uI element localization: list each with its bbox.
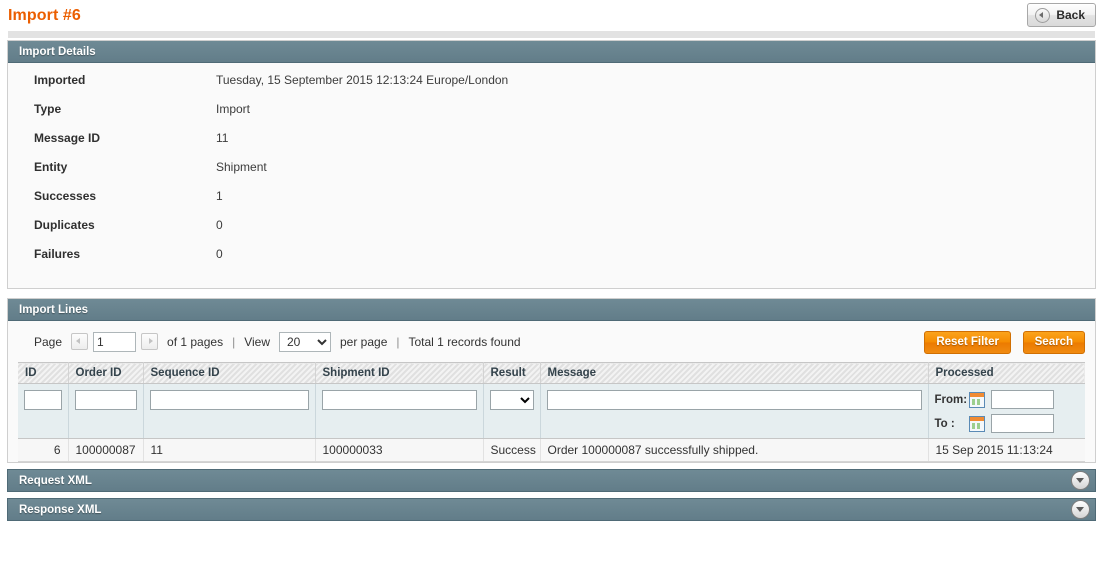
grid-toolbar: Page of 1 pages | View 20 per page | Tot… [8, 321, 1095, 362]
calendar-icon[interactable] [968, 415, 985, 432]
detail-value: 0 [216, 218, 223, 232]
filter-input-shipment-id[interactable] [321, 390, 477, 410]
cell-sequence-id: 11 [143, 438, 316, 462]
import-lines-panel-header: Import Lines [8, 299, 1095, 321]
filter-date-from-line: From: [935, 390, 1080, 409]
filter-input-message[interactable] [546, 390, 922, 410]
records-found-label: Total 1 records found [408, 334, 521, 349]
calendar-icon[interactable] [968, 391, 985, 408]
page-title: Import #6 [8, 7, 81, 24]
page-label: Page [34, 334, 63, 349]
reset-filter-button[interactable]: Reset Filter [924, 331, 1011, 354]
import-details-panel-header: Import Details [8, 41, 1095, 63]
filter-cell-processed: From: To : [928, 383, 1085, 439]
chevron-right-icon[interactable] [141, 333, 159, 350]
cell-message: Order 100000087 successfully shipped. [540, 438, 929, 462]
detail-value: Shipment [216, 160, 267, 174]
search-button[interactable]: Search [1022, 331, 1085, 354]
cell-id: 6 [18, 438, 69, 462]
detail-value: Tuesday, 15 September 2015 12:13:24 Euro… [216, 73, 509, 87]
column-header-sequence-id[interactable]: Sequence ID [143, 362, 316, 384]
filter-cell-id [18, 383, 69, 439]
view-label: View [244, 334, 270, 349]
filter-input-order-id[interactable] [74, 390, 137, 410]
filter-date-to-line: To : [935, 414, 1080, 433]
filter-cell-result [483, 383, 541, 439]
toolbar-separator: | [232, 334, 236, 349]
column-header-id[interactable]: ID [18, 362, 69, 384]
table-row[interactable]: 6 100000087 11 100000033 Success Order 1… [18, 438, 1085, 462]
response-xml-title: Response XML [19, 503, 102, 516]
circle-left-arrow-icon [1035, 7, 1051, 23]
detail-row-entity: Entity Shipment [8, 160, 1095, 189]
detail-label: Entity [34, 160, 68, 174]
detail-label: Imported [34, 73, 86, 87]
cell-result: Success [483, 438, 541, 462]
cell-processed: 15 Sep 2015 11:13:24 [928, 438, 1085, 462]
detail-value: 11 [216, 131, 229, 145]
detail-row-imported: Imported Tuesday, 15 September 2015 12:1… [8, 73, 1095, 102]
import-lines-grid-wrap: Page of 1 pages | View 20 per page | Tot… [8, 321, 1095, 462]
detail-row-type: Type Import [8, 102, 1095, 131]
filter-date-from-label: From: [934, 393, 968, 406]
filter-cell-shipment-id [315, 383, 484, 439]
toolbar-separator: | [396, 334, 400, 349]
filter-date-from-input[interactable] [990, 390, 1054, 409]
cell-order-id: 100000087 [68, 438, 144, 462]
chevron-down-circle-icon[interactable] [1071, 471, 1090, 490]
filter-date-to-label: To : [934, 417, 955, 430]
detail-value: Import [216, 102, 251, 116]
detail-label: Failures [34, 247, 81, 261]
filter-date-to-input[interactable] [990, 414, 1054, 433]
detail-row-failures: Failures 0 [8, 247, 1095, 276]
import-details-list: Imported Tuesday, 15 September 2015 12:1… [8, 63, 1095, 288]
detail-value: 0 [216, 247, 223, 261]
detail-row-message-id: Message ID 11 [8, 131, 1095, 160]
request-xml-section[interactable]: Request XML [7, 469, 1096, 492]
page-input[interactable] [93, 331, 137, 352]
filter-select-result[interactable] [489, 390, 534, 410]
import-details-title: Import Details [19, 45, 96, 58]
filter-input-sequence-id[interactable] [149, 390, 309, 410]
chevron-down-circle-icon[interactable] [1071, 500, 1090, 519]
back-button-label: Back [1056, 8, 1085, 22]
header-divider [8, 31, 1095, 38]
filter-cell-sequence-id [143, 383, 316, 439]
column-header-processed[interactable]: Processed [928, 362, 1085, 384]
response-xml-section[interactable]: Response XML [7, 498, 1096, 521]
import-lines-panel: Import Lines Page of 1 pages | View 20 p… [7, 298, 1096, 463]
import-lines-title: Import Lines [19, 303, 89, 316]
detail-row-successes: Successes 1 [8, 189, 1095, 218]
detail-label: Type [34, 102, 62, 116]
of-pages-label: of 1 pages [167, 334, 224, 349]
filter-input-id[interactable] [24, 390, 62, 410]
detail-row-duplicates: Duplicates 0 [8, 218, 1095, 247]
detail-value: 1 [216, 189, 223, 203]
detail-label: Duplicates [34, 218, 95, 232]
chevron-left-icon[interactable] [71, 333, 89, 350]
back-button[interactable]: Back [1027, 3, 1096, 27]
import-details-panel: Import Details Imported Tuesday, 15 Sept… [7, 40, 1096, 289]
column-header-order-id[interactable]: Order ID [68, 362, 144, 384]
detail-label: Successes [34, 189, 97, 203]
table-header-row: ID Order ID Sequence ID Shipment ID Resu… [18, 362, 1085, 384]
column-header-shipment-id[interactable]: Shipment ID [315, 362, 484, 384]
table-filter-row: From: To : [18, 383, 1085, 439]
column-header-message[interactable]: Message [540, 362, 929, 384]
page-header: Import #6 Back [0, 0, 1103, 38]
detail-label: Message ID [34, 131, 101, 145]
cell-shipment-id: 100000033 [315, 438, 484, 462]
filter-cell-order-id [68, 383, 144, 439]
filter-cell-message [540, 383, 929, 439]
per-page-label: per page [340, 334, 388, 349]
import-lines-table: ID Order ID Sequence ID Shipment ID Resu… [18, 362, 1085, 462]
per-page-select[interactable]: 20 [279, 331, 331, 352]
column-header-result[interactable]: Result [483, 362, 541, 384]
request-xml-title: Request XML [19, 474, 92, 487]
